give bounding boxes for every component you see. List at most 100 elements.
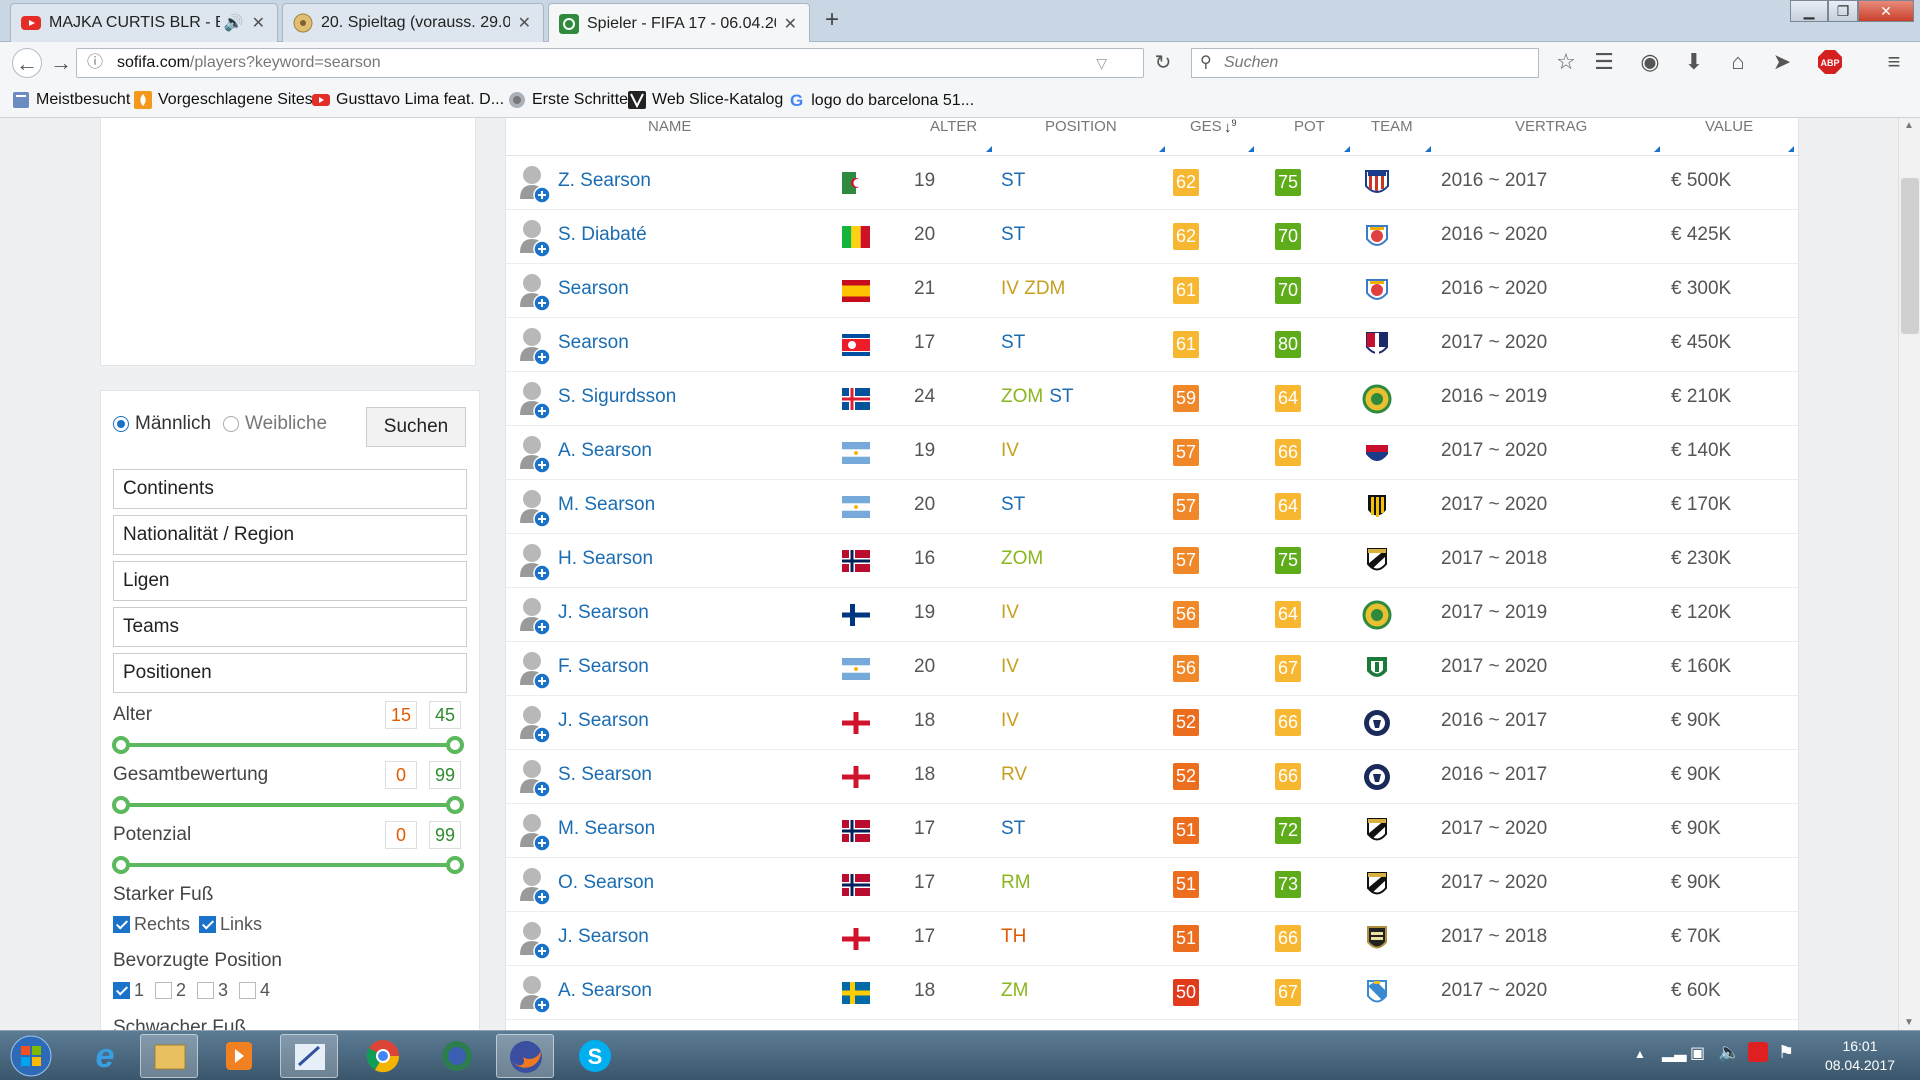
table-row[interactable]: Searson 21 IV ZDM 61 70 2016 ~ 2020 € 30… [506, 264, 1800, 318]
player-name-link[interactable]: H. Searson [558, 548, 653, 570]
gender-female-radio[interactable]: Weibliche [223, 413, 327, 435]
firefox-taskbar-icon[interactable] [496, 1034, 554, 1078]
forward-button[interactable]: → [46, 48, 76, 78]
position-tag[interactable]: IV [1001, 602, 1019, 623]
team-crest-icon[interactable] [1362, 330, 1392, 360]
nation-flag-icon[interactable] [842, 820, 870, 842]
new-tab-button[interactable]: + [818, 6, 846, 34]
dropdown-arrow-icon[interactable]: ▽ [1096, 49, 1107, 77]
player-avatar-icon[interactable] [518, 271, 552, 311]
bookmark-star-icon[interactable]: ☆ [1552, 48, 1580, 76]
maximize-button[interactable]: ❐ [1828, 0, 1858, 22]
sort-triangle-icon[interactable] [1654, 146, 1660, 152]
close-icon[interactable]: ✕ [518, 13, 531, 33]
position-tag[interactable]: IV [1001, 710, 1019, 731]
nation-flag-icon[interactable] [842, 388, 870, 410]
device-icon[interactable]: ▣ [1690, 1043, 1705, 1063]
bookmark-logo-barcelona[interactable]: G logo do barcelona 51... [790, 91, 974, 111]
slider-max-handle[interactable] [446, 736, 464, 754]
age-max-input[interactable]: 45 [429, 701, 461, 729]
player-name-link[interactable]: M. Searson [558, 494, 655, 516]
table-row[interactable]: H. Searson 16 ZOM 57 75 2017 ~ 2018 € 23… [506, 534, 1800, 588]
player-avatar-icon[interactable] [518, 757, 552, 797]
position-tag[interactable]: RM [1001, 872, 1031, 893]
checkbox-box[interactable] [197, 982, 214, 999]
volume-icon[interactable]: 🔈 [1718, 1042, 1740, 1063]
download-icon[interactable]: ⬇ [1680, 48, 1708, 76]
player-avatar-icon[interactable] [518, 487, 552, 527]
pref-position-4-checkbox[interactable]: 4 [239, 980, 270, 1001]
age-min-input[interactable]: 15 [385, 701, 417, 729]
sort-triangle-icon[interactable] [986, 146, 992, 152]
table-row[interactable]: S. Diabaté 20 ST 62 70 2016 ~ 2020 € 425… [506, 210, 1800, 264]
team-crest-icon[interactable] [1362, 924, 1392, 954]
bookmark-vorgeschlagene[interactable]: Vorgeschlagene Sites [134, 91, 313, 109]
position-tag[interactable]: ST [1001, 818, 1025, 839]
table-row[interactable]: A. Searson 18 ZM 50 67 2017 ~ 2020 € 60K [506, 966, 1800, 1020]
overall-max-input[interactable]: 99 [429, 761, 461, 789]
slider-max-handle[interactable] [446, 856, 464, 874]
header-team[interactable]: TEAM [1371, 118, 1413, 135]
table-row[interactable]: J. Searson 19 IV 56 64 2017 ~ 2019 € 120… [506, 588, 1800, 642]
nation-flag-icon[interactable] [842, 766, 870, 788]
position-tag[interactable]: ZOM [1001, 386, 1043, 407]
player-name-link[interactable]: S. Diabaté [558, 224, 647, 246]
slider-min-handle[interactable] [112, 796, 130, 814]
home-icon[interactable]: ⌂ [1724, 48, 1752, 76]
nation-flag-icon[interactable] [842, 226, 870, 248]
header-position[interactable]: POSITION [1045, 118, 1117, 135]
checkbox-box[interactable] [199, 916, 216, 933]
team-crest-icon[interactable] [1362, 546, 1392, 576]
back-button[interactable]: ← [12, 48, 42, 78]
bookmark-web-slice[interactable]: Web Slice-Katalog [628, 91, 783, 109]
player-name-link[interactable]: A. Searson [558, 980, 652, 1002]
player-avatar-icon[interactable] [518, 379, 552, 419]
team-crest-icon[interactable] [1362, 816, 1392, 846]
team-crest-icon[interactable] [1362, 978, 1392, 1008]
player-name-link[interactable]: S. Sigurdsson [558, 386, 676, 408]
checkbox-box[interactable] [155, 982, 172, 999]
positions-select[interactable]: Positionen [113, 653, 467, 693]
player-name-link[interactable]: A. Searson [558, 440, 652, 462]
position-tag[interactable]: IV [1001, 656, 1019, 677]
team-crest-icon[interactable] [1362, 222, 1392, 252]
table-row[interactable]: O. Searson 17 RM 51 73 2017 ~ 2020 € 90K [506, 858, 1800, 912]
checkbox-box[interactable] [113, 982, 130, 999]
table-row[interactable]: S. Searson 18 RV 52 66 2016 ~ 2017 € 90K [506, 750, 1800, 804]
position-tag[interactable]: ZOM [1001, 548, 1043, 569]
ie-taskbar-icon[interactable]: e [76, 1034, 134, 1078]
sort-triangle-icon[interactable] [1159, 146, 1165, 152]
antivirus-icon[interactable] [1748, 1042, 1768, 1062]
signal-icon[interactable]: ▂▃ [1662, 1043, 1687, 1063]
header-name[interactable]: NAME [648, 118, 691, 135]
position-tag[interactable]: ST [1049, 386, 1073, 407]
sort-desc-icon[interactable]: ↓9 [1224, 118, 1237, 136]
table-row[interactable]: F. Searson 20 IV 56 67 2017 ~ 2020 € 160… [506, 642, 1800, 696]
player-name-link[interactable]: S. Searson [558, 764, 652, 786]
web-search-input[interactable]: ⚲ Suchen [1191, 48, 1539, 78]
menu-icon[interactable]: ≡ [1880, 48, 1908, 76]
scroll-up-icon[interactable]: ▲ [1904, 120, 1914, 131]
send-icon[interactable]: ➤ [1768, 48, 1796, 76]
tab-spieltag[interactable]: 20. Spieltag (vorauss. 29.03... ✕ [282, 3, 544, 42]
bookmark-meistbesucht[interactable]: Meistbesucht [12, 91, 130, 109]
skype-taskbar-icon[interactable]: S [566, 1034, 624, 1078]
team-crest-icon[interactable] [1362, 762, 1392, 792]
table-row[interactable]: J. Searson 17 TH 51 66 2017 ~ 2018 € 70K [506, 912, 1800, 966]
player-name-link[interactable]: J. Searson [558, 926, 649, 948]
tab-sofifa[interactable]: Spieler - FIFA 17 - 06.04.20... ✕ [548, 3, 810, 43]
header-potential[interactable]: POT [1294, 118, 1325, 135]
sort-triangle-icon[interactable] [1344, 146, 1350, 152]
table-row[interactable]: Z. Searson 19 ST 62 75 2016 ~ 2017 € 500… [506, 156, 1800, 210]
team-crest-icon[interactable] [1362, 708, 1392, 738]
nation-flag-icon[interactable] [842, 550, 870, 572]
table-row[interactable]: Searson 17 ST 61 80 2017 ~ 2020 € 450K [506, 318, 1800, 372]
player-avatar-icon[interactable] [518, 541, 552, 581]
clock[interactable]: 16:01 08.04.2017 [1810, 1037, 1910, 1075]
position-tag[interactable]: ST [1001, 332, 1025, 353]
leagues-select[interactable]: Ligen [113, 561, 467, 601]
player-avatar-icon[interactable] [518, 217, 552, 257]
team-crest-icon[interactable] [1362, 600, 1392, 630]
foot-right-checkbox[interactable]: Rechts [113, 914, 190, 935]
player-avatar-icon[interactable] [518, 163, 552, 203]
